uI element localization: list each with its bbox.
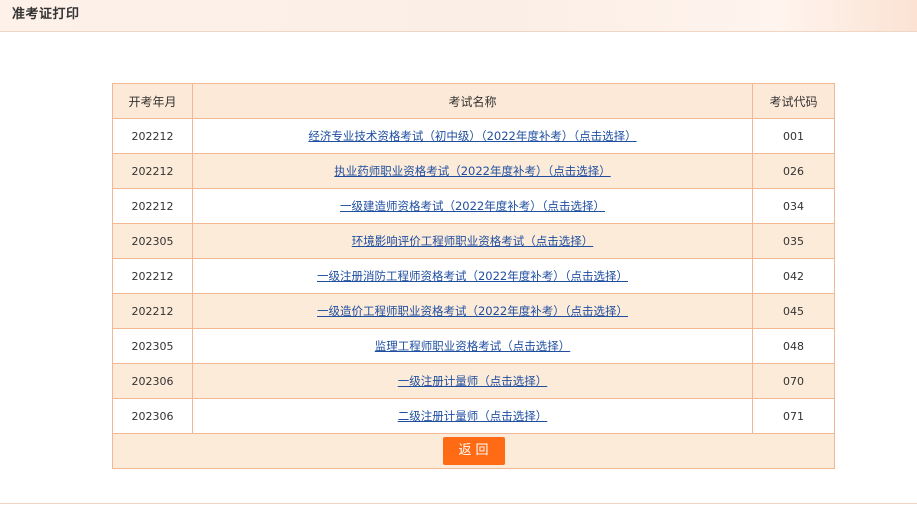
bottom-divider xyxy=(0,503,917,504)
table-row: 202212 经济专业技术资格考试（初中级）（2022年度补考）（点击选择） 0… xyxy=(112,118,835,154)
exam-code-cell: 035 xyxy=(752,223,835,259)
exam-select-link[interactable]: 一级注册计量师（点击选择） xyxy=(398,374,548,388)
year-month-cell: 202306 xyxy=(112,363,193,399)
table-row: 202305 环境影响评价工程师职业资格考试（点击选择） 035 xyxy=(112,223,835,259)
exam-code-cell: 070 xyxy=(752,363,835,399)
exam-select-link[interactable]: 一级建造师资格考试（2022年度补考）（点击选择） xyxy=(340,199,605,213)
exam-name-cell: 一级建造师资格考试（2022年度补考）（点击选择） xyxy=(192,188,753,224)
exam-code-cell: 026 xyxy=(752,153,835,189)
table-row: 202212 执业药师职业资格考试（2022年度补考）（点击选择） 026 xyxy=(112,153,835,189)
return-button[interactable]: 返回 xyxy=(442,437,505,465)
column-header-exam-code: 考试代码 xyxy=(752,83,835,119)
column-header-year-month: 开考年月 xyxy=(112,83,193,119)
year-month-cell: 202212 xyxy=(112,118,193,154)
column-header-exam-name: 考试名称 xyxy=(192,83,753,119)
exam-table-container: 开考年月 考试名称 考试代码 202212 经济专业技术资格考试（初中级）（20… xyxy=(112,83,835,469)
exam-name-cell: 执业药师职业资格考试（2022年度补考）（点击选择） xyxy=(192,153,753,189)
exam-select-link[interactable]: 经济专业技术资格考试（初中级）（2022年度补考）（点击选择） xyxy=(308,129,636,143)
year-month-cell: 202212 xyxy=(112,153,193,189)
exam-code-cell: 001 xyxy=(752,118,835,154)
exam-name-cell: 监理工程师职业资格考试（点击选择） xyxy=(192,328,753,364)
exam-code-cell: 048 xyxy=(752,328,835,364)
exam-name-cell: 二级注册计量师（点击选择） xyxy=(192,398,753,434)
page: 准考证打印 开考年月 考试名称 考试代码 202212 经济专业技术资格考试（初… xyxy=(0,0,917,507)
exam-code-cell: 071 xyxy=(752,398,835,434)
exam-name-cell: 一级注册消防工程师资格考试（2022年度补考）（点击选择） xyxy=(192,258,753,294)
year-month-cell: 202305 xyxy=(112,328,193,364)
table-row: 202306 二级注册计量师（点击选择） 071 xyxy=(112,398,835,434)
table-row: 202305 监理工程师职业资格考试（点击选择） 048 xyxy=(112,328,835,364)
table-row: 202212 一级造价工程师职业资格考试（2022年度补考）（点击选择） 045 xyxy=(112,293,835,329)
exam-code-cell: 045 xyxy=(752,293,835,329)
page-title: 准考证打印 xyxy=(12,7,80,22)
exam-name-cell: 一级注册计量师（点击选择） xyxy=(192,363,753,399)
exam-select-link[interactable]: 一级造价工程师职业资格考试（2022年度补考）（点击选择） xyxy=(317,304,628,318)
page-header: 准考证打印 xyxy=(0,0,917,32)
exam-code-cell: 042 xyxy=(752,258,835,294)
exam-select-link[interactable]: 一级注册消防工程师资格考试（2022年度补考）（点击选择） xyxy=(317,269,628,283)
year-month-cell: 202212 xyxy=(112,293,193,329)
exam-code-cell: 034 xyxy=(752,188,835,224)
year-month-cell: 202306 xyxy=(112,398,193,434)
table-row: 202306 一级注册计量师（点击选择） 070 xyxy=(112,363,835,399)
exam-name-cell: 经济专业技术资格考试（初中级）（2022年度补考）（点击选择） xyxy=(192,118,753,154)
table-header-row: 开考年月 考试名称 考试代码 xyxy=(112,83,835,119)
exam-name-cell: 一级造价工程师职业资格考试（2022年度补考）（点击选择） xyxy=(192,293,753,329)
exam-select-link[interactable]: 二级注册计量师（点击选择） xyxy=(398,409,548,423)
footer-cell: 返回 xyxy=(112,433,835,469)
year-month-cell: 202305 xyxy=(112,223,193,259)
year-month-cell: 202212 xyxy=(112,258,193,294)
exam-select-link[interactable]: 执业药师职业资格考试（2022年度补考）（点击选择） xyxy=(334,164,611,178)
exam-name-cell: 环境影响评价工程师职业资格考试（点击选择） xyxy=(192,223,753,259)
year-month-cell: 202212 xyxy=(112,188,193,224)
exam-select-link[interactable]: 环境影响评价工程师职业资格考试（点击选择） xyxy=(352,234,594,248)
table-footer-row: 返回 xyxy=(112,433,835,469)
table-row: 202212 一级注册消防工程师资格考试（2022年度补考）（点击选择） 042 xyxy=(112,258,835,294)
table-row: 202212 一级建造师资格考试（2022年度补考）（点击选择） 034 xyxy=(112,188,835,224)
exam-table: 开考年月 考试名称 考试代码 202212 经济专业技术资格考试（初中级）（20… xyxy=(112,83,835,469)
exam-select-link[interactable]: 监理工程师职业资格考试（点击选择） xyxy=(375,339,571,353)
